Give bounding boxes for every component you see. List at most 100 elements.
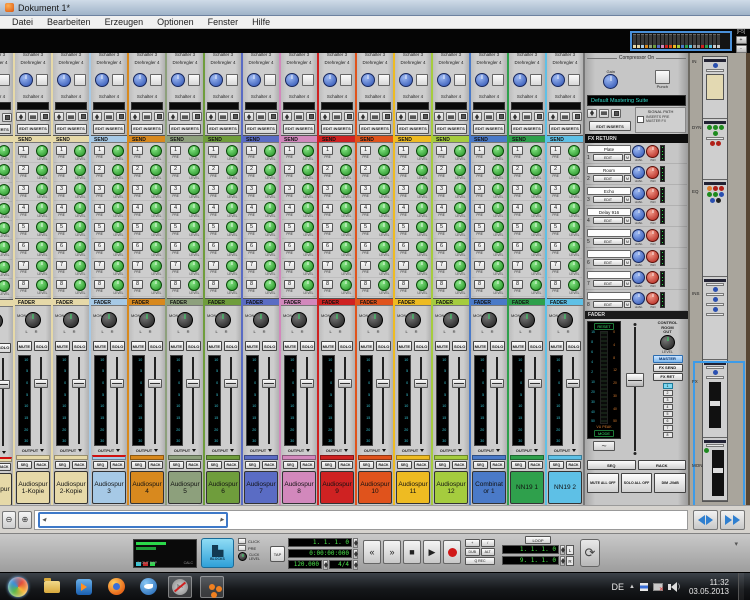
- send-7-level-knob[interactable]: [0, 260, 10, 273]
- send-2-pre-button[interactable]: 2: [284, 165, 295, 175]
- output-selector[interactable]: OUTPUT: [91, 446, 127, 455]
- pan-knob[interactable]: [101, 311, 117, 328]
- channel-name[interactable]: Audiospur 11: [396, 471, 430, 505]
- send-5-level-knob[interactable]: [340, 221, 352, 234]
- send-3-pre-button[interactable]: 3: [322, 184, 333, 194]
- fader-handle[interactable]: [71, 378, 86, 388]
- send-4-level-knob[interactable]: [264, 202, 276, 215]
- send-1-level-knob[interactable]: [188, 144, 200, 157]
- tempo-spinner[interactable]: [323, 560, 328, 570]
- channel-fader[interactable]: [261, 355, 277, 447]
- send-7-pre-button[interactable]: 7: [360, 261, 371, 271]
- fader-handle[interactable]: [413, 378, 428, 388]
- mute-button[interactable]: MUTE: [130, 341, 146, 352]
- horizontal-scrollbar[interactable]: ◀ ▶: [34, 509, 688, 530]
- insert-patch-display[interactable]: [549, 101, 581, 110]
- send-1-level-knob[interactable]: [416, 144, 428, 157]
- send-6-level-knob[interactable]: [0, 241, 10, 254]
- send-2-level-knob[interactable]: [264, 163, 276, 176]
- output-selector[interactable]: OUTPUT: [0, 448, 13, 457]
- fader-handle[interactable]: [261, 378, 276, 388]
- output-selector[interactable]: OUTPUT: [205, 446, 241, 455]
- tray-expand-icon[interactable]: ▲: [629, 584, 635, 590]
- fx-return-pan-knob[interactable]: [646, 291, 659, 305]
- send-6-level-knob[interactable]: [568, 240, 580, 253]
- rack-button[interactable]: RACK: [72, 461, 87, 470]
- send-3-level-knob[interactable]: [568, 183, 580, 196]
- send-7-level-knob[interactable]: [492, 259, 504, 272]
- mute-button[interactable]: MUTE: [358, 341, 374, 352]
- send-2-level-knob[interactable]: [36, 163, 48, 176]
- send-4-pre-button[interactable]: 4: [512, 203, 523, 213]
- send-3-pre-button[interactable]: 3: [132, 184, 143, 194]
- patch-folder-icon[interactable]: [522, 112, 532, 122]
- send-4-level-knob[interactable]: [530, 202, 542, 215]
- send-7-pre-button[interactable]: 7: [18, 261, 29, 271]
- send-8-pre-button[interactable]: 8: [436, 280, 447, 290]
- send-7-level-knob[interactable]: [264, 259, 276, 272]
- fader-handle[interactable]: [299, 378, 314, 388]
- send-6-pre-button[interactable]: 6: [246, 242, 257, 252]
- patch-spinner[interactable]: [130, 112, 140, 122]
- new-alt-slash-button[interactable]: /: [480, 539, 495, 547]
- channel-name[interactable]: NN19 2: [548, 471, 582, 505]
- pan-knob[interactable]: [557, 311, 573, 328]
- send-2-level-knob[interactable]: [492, 163, 504, 176]
- edit-inserts-button[interactable]: EDIT INSERTS: [131, 123, 163, 134]
- solo-button[interactable]: SOLO: [300, 341, 316, 352]
- insert-switch4-button[interactable]: [225, 73, 238, 86]
- patch-spinner[interactable]: [282, 112, 292, 122]
- insert-rotary4-knob[interactable]: [208, 72, 223, 87]
- insert-switch4-button[interactable]: [491, 73, 504, 86]
- send-5-level-knob[interactable]: [302, 221, 314, 234]
- network-icon[interactable]: [652, 583, 664, 593]
- send-6-pre-button[interactable]: 6: [208, 242, 219, 252]
- solo-button[interactable]: SOLO: [72, 341, 88, 352]
- send-5-level-knob[interactable]: [416, 221, 428, 234]
- send-8-pre-button[interactable]: 8: [322, 280, 333, 290]
- send-8-level-knob[interactable]: [36, 278, 48, 291]
- edit-inserts-button[interactable]: EDIT INSERTS: [473, 123, 505, 134]
- send-3-level-knob[interactable]: [492, 183, 504, 196]
- fx-return-pan-knob[interactable]: [646, 249, 659, 263]
- send-5-pre-button[interactable]: 5: [550, 222, 561, 232]
- send-1-level-knob[interactable]: [150, 144, 162, 157]
- send-4-level-knob[interactable]: [112, 202, 124, 215]
- send-1-pre-button[interactable]: 1: [322, 146, 333, 156]
- pre-checkbox[interactable]: [238, 545, 246, 551]
- send-2-level-knob[interactable]: [302, 163, 314, 176]
- insert-rotary4-knob[interactable]: [132, 72, 147, 87]
- send-8-level-knob[interactable]: [530, 278, 542, 291]
- send-1-level-knob[interactable]: [378, 144, 390, 157]
- channel-fader[interactable]: [299, 355, 315, 447]
- fx-return-pan-knob[interactable]: [646, 207, 659, 221]
- solo-all-off-button[interactable]: SOLO ALL OFF: [620, 473, 653, 493]
- start-button[interactable]: [8, 576, 28, 597]
- pan-knob[interactable]: [215, 311, 231, 328]
- send-5-pre-button[interactable]: 5: [360, 222, 371, 232]
- insert-switch4-button[interactable]: [301, 73, 314, 86]
- send-7-level-knob[interactable]: [188, 259, 200, 272]
- channel-fader[interactable]: [565, 355, 581, 447]
- patch-spinner[interactable]: [16, 112, 26, 122]
- tap-tempo-button[interactable]: TAP: [270, 546, 285, 562]
- fx-return-name-display[interactable]: Delay 916: [587, 208, 631, 216]
- send-3-pre-button[interactable]: 3: [550, 184, 561, 194]
- output-selector[interactable]: OUTPUT: [471, 446, 507, 455]
- send-3-pre-button[interactable]: 3: [246, 184, 257, 194]
- send-3-pre-button[interactable]: 3: [512, 184, 523, 194]
- send-2-level-knob[interactable]: [378, 163, 390, 176]
- insert-patch-display[interactable]: [93, 101, 125, 110]
- send-2-pre-button[interactable]: 2: [512, 165, 523, 175]
- fader-handle[interactable]: [451, 378, 466, 388]
- edit-inserts-button[interactable]: EDIT INSERTS: [17, 123, 49, 134]
- mute-button[interactable]: MUTE: [168, 341, 184, 352]
- insert-rotary4-knob[interactable]: [436, 72, 451, 87]
- send-5-pre-button[interactable]: 5: [208, 222, 219, 232]
- solo-button[interactable]: SOLO: [566, 341, 582, 352]
- send-6-level-knob[interactable]: [264, 240, 276, 253]
- edit-inserts-button[interactable]: EDIT INSERTS: [511, 123, 543, 134]
- send-1-level-knob[interactable]: [492, 144, 504, 157]
- rack-button[interactable]: RACK: [0, 463, 11, 471]
- send-6-level-knob[interactable]: [74, 240, 86, 253]
